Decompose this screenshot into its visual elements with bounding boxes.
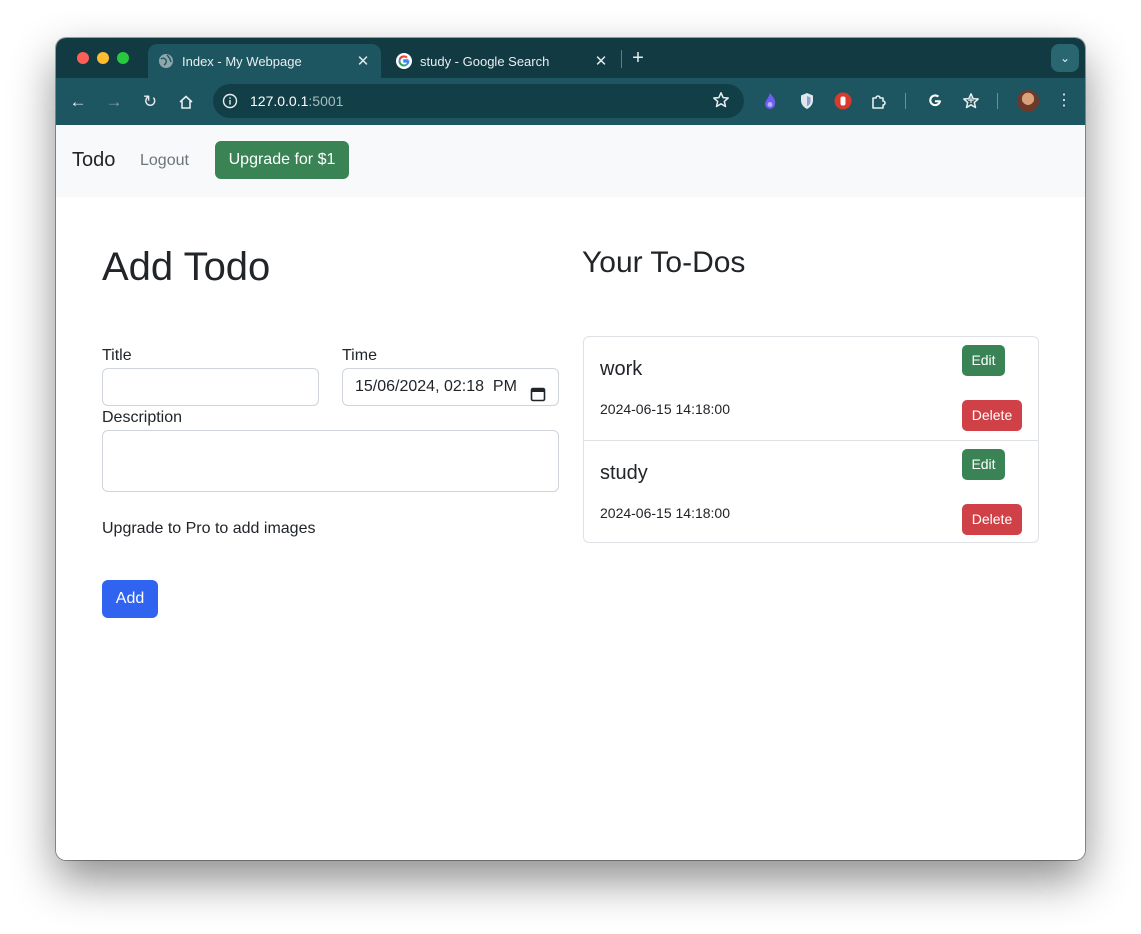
tab-strip: Index - My Webpage ✕ study - Google Sear… <box>56 38 1085 78</box>
address-bar[interactable]: 127.0.0.1:5001 <box>213 84 744 118</box>
time-input-value: 15/06/2024, 02:18 PM <box>355 378 517 395</box>
minimize-window-button[interactable] <box>97 52 109 64</box>
tab-search-chevron-icon[interactable]: ⌄ <box>1051 44 1079 72</box>
url-host: 127.0.0.1 <box>250 93 309 109</box>
new-tab-button[interactable]: + <box>628 46 648 70</box>
forward-arrow-icon[interactable]: → <box>102 90 126 114</box>
todo-item: work 2024-06-15 14:18:00 Edit Delete <box>584 337 1038 440</box>
page-content: Todo Logout Upgrade for $1 Add Todo Titl… <box>56 125 1085 860</box>
tab-divider <box>621 50 622 68</box>
description-textarea[interactable] <box>102 430 559 492</box>
todo-time: 2024-06-15 14:18:00 <box>600 505 730 521</box>
todo-time: 2024-06-15 14:18:00 <box>600 401 730 417</box>
extension-shield-icon[interactable] <box>797 91 817 111</box>
profile-avatar[interactable] <box>1017 90 1039 112</box>
time-label: Time <box>342 347 377 364</box>
todo-item: study 2024-06-15 14:18:00 Edit Delete <box>584 440 1038 542</box>
description-label: Description <box>102 409 183 426</box>
calendar-icon[interactable] <box>530 379 546 402</box>
todo-title: study <box>600 462 648 484</box>
toolbar-divider <box>905 93 906 109</box>
kebab-menu-icon[interactable]: ⋮ <box>1056 89 1072 113</box>
reading-list-star-icon[interactable] <box>961 91 981 111</box>
tab-study-search[interactable]: study - Google Search ✕ <box>386 44 619 78</box>
tab-index[interactable]: Index - My Webpage ✕ <box>148 44 381 78</box>
edit-button[interactable]: Edit <box>962 449 1005 480</box>
maximize-window-button[interactable] <box>117 52 129 64</box>
todos-heading: Your To-Dos <box>582 246 746 279</box>
extension-flame-icon[interactable] <box>760 91 780 111</box>
browser-toolbar: ← → ↻ 127.0.0.1:5001 ⋮ <box>56 78 1085 125</box>
time-input[interactable]: 15/06/2024, 02:18 PM <box>342 368 559 406</box>
delete-button[interactable]: Delete <box>962 504 1022 535</box>
add-button[interactable]: Add <box>102 580 158 618</box>
back-arrow-icon[interactable]: ← <box>66 90 90 114</box>
title-label: Title <box>102 347 132 364</box>
tab-title: study - Google Search <box>420 53 550 69</box>
site-navbar: Todo Logout Upgrade for $1 <box>56 125 1085 197</box>
close-tab-icon[interactable]: ✕ <box>353 52 373 70</box>
home-icon[interactable] <box>174 90 198 114</box>
add-todo-heading: Add Todo <box>102 245 271 289</box>
upgrade-pro-note: Upgrade to Pro to add images <box>102 520 316 537</box>
navbar-brand[interactable]: Todo <box>72 149 115 172</box>
browser-window: Index - My Webpage ✕ study - Google Sear… <box>56 38 1085 860</box>
toolbar-divider <box>997 93 998 109</box>
google-g-icon[interactable] <box>925 91 945 111</box>
globe-icon <box>158 53 174 69</box>
extension-stop-hand-icon[interactable] <box>833 91 853 111</box>
todo-list: work 2024-06-15 14:18:00 Edit Delete stu… <box>583 336 1039 543</box>
bookmark-star-icon[interactable] <box>712 91 730 109</box>
todo-title: work <box>600 358 643 380</box>
title-input[interactable] <box>102 368 319 406</box>
reload-icon[interactable]: ↻ <box>138 90 162 114</box>
upgrade-button[interactable]: Upgrade for $1 <box>215 141 349 179</box>
close-window-button[interactable] <box>77 52 89 64</box>
extensions-puzzle-icon[interactable] <box>869 91 889 111</box>
google-icon <box>396 53 412 69</box>
logout-link[interactable]: Logout <box>140 152 189 170</box>
delete-button[interactable]: Delete <box>962 400 1022 431</box>
tab-title: Index - My Webpage <box>182 53 302 69</box>
edit-button[interactable]: Edit <box>962 345 1005 376</box>
url-port: :5001 <box>308 93 344 109</box>
close-tab-icon[interactable]: ✕ <box>591 52 611 70</box>
site-info-icon[interactable] <box>222 93 238 109</box>
